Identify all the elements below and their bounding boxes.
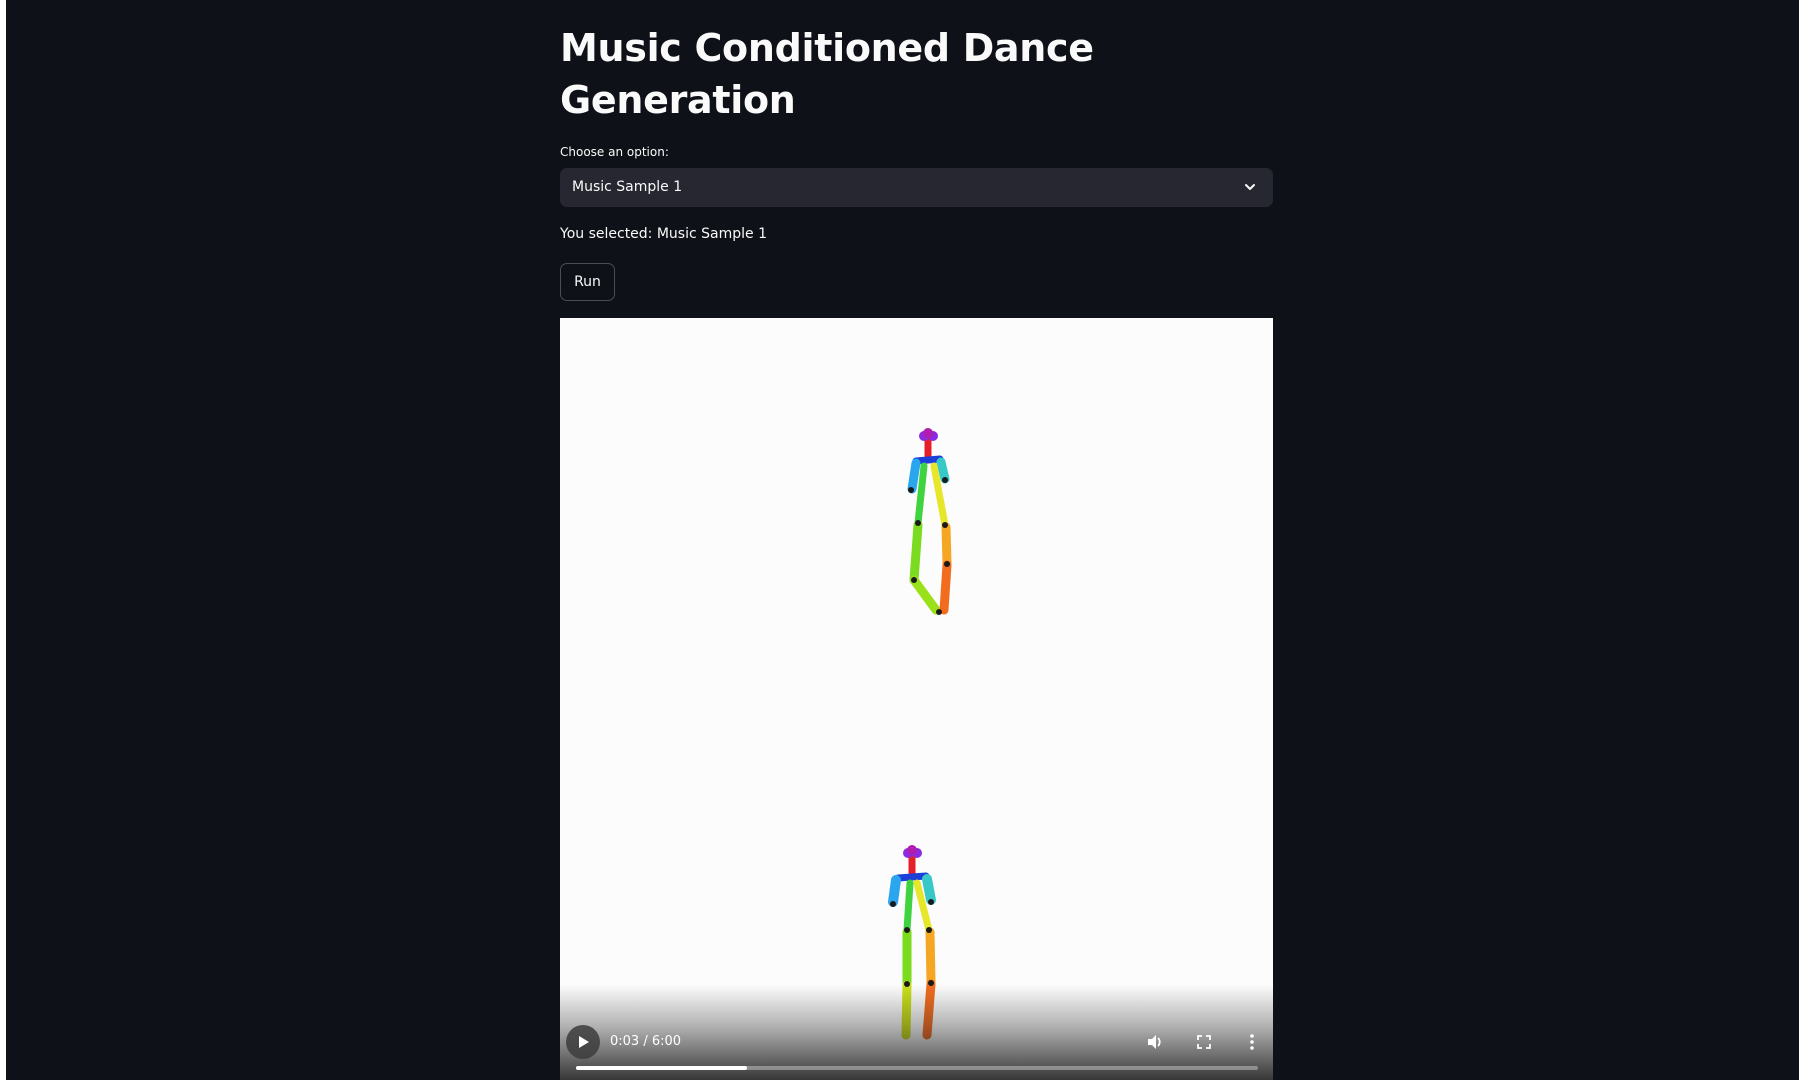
app-container: Music Conditioned Dance Generation Choos… [6, 0, 1799, 1080]
more-options-icon[interactable] [1242, 1032, 1262, 1052]
time-display: 0:03 / 6:00 [610, 1034, 682, 1049]
play-button[interactable] [566, 1025, 600, 1059]
video-player[interactable]: 0:03 / 6:00 [560, 318, 1273, 1080]
select-label: Choose an option: [560, 145, 669, 159]
video-progress-bar[interactable] [576, 1066, 1258, 1070]
run-button[interactable]: Run [560, 263, 615, 301]
fullscreen-icon[interactable] [1194, 1032, 1214, 1052]
video-progress-fill [576, 1066, 747, 1070]
main-content: Music Conditioned Dance Generation Choos… [560, 0, 1273, 1080]
selection-text: You selected: Music Sample 1 [560, 226, 767, 242]
volume-icon[interactable] [1145, 1032, 1165, 1052]
dance-animation-frame [888, 428, 952, 1040]
play-icon [579, 1036, 589, 1048]
dancer-figure-top [907, 428, 952, 615]
option-select[interactable]: Music Sample 1 [560, 168, 1273, 207]
chevron-down-icon [1245, 184, 1255, 190]
select-value: Music Sample 1 [572, 179, 683, 195]
page-title: Music Conditioned Dance Generation [560, 26, 1094, 122]
